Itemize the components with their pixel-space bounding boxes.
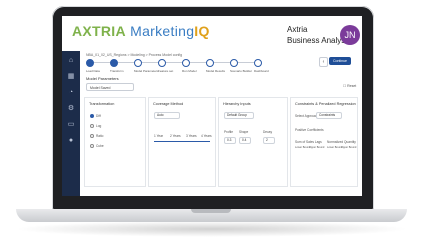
reset-label: Reset: [347, 84, 357, 88]
hierarchy-select[interactable]: Default Group: [224, 112, 254, 119]
step-1[interactable]: Load Data: [86, 59, 112, 73]
continue-button[interactable]: Continue: [329, 57, 351, 65]
hierarchy-decay-input[interactable]: 2: [263, 137, 275, 144]
bound-label-4: Upper Bound: [341, 146, 357, 149]
step-dot: [206, 59, 214, 67]
step-dot: [110, 59, 118, 67]
step-dot: [158, 59, 166, 67]
approach-select[interactable]: Constraints: [316, 112, 342, 119]
app-logo[interactable]: AXTRIA MarketingIQ: [72, 23, 210, 39]
laptop-base: [16, 209, 407, 222]
coverage-title: Coverage Method: [153, 102, 184, 106]
back-button[interactable]: ‹: [319, 57, 328, 67]
bound-label-2: Upper Bound: [309, 146, 325, 149]
top-bar: AXTRIA MarketingIQ Axtria Business Analy…: [62, 16, 362, 51]
laptop-screen: AXTRIA MarketingIQ Axtria Business Analy…: [62, 16, 362, 196]
hierarchy-col-1: Profile: [224, 130, 234, 134]
coverage-panel: Coverage Method Auto 1 Year 2 Years 3 Ye…: [148, 97, 216, 187]
user-icon[interactable]: ●: [67, 137, 75, 145]
process-stepper: Load Data Transform Model Parameters Featur…: [86, 59, 296, 73]
transform-radio-1[interactable]: [90, 114, 94, 118]
hierarchy-col-3: Decay: [263, 130, 273, 134]
coverage-tick-3: 3 Years: [186, 134, 197, 138]
step-label: Model Results: [206, 69, 226, 73]
step-label: Dashboard: [254, 69, 269, 73]
coverage-tick-2: 2 Years: [170, 134, 181, 138]
step-label: Transform: [110, 69, 124, 73]
sidebar: ⌂ ▦ ◔ ⚙ ▭ ●: [62, 51, 80, 196]
step-dot: [134, 59, 142, 67]
logo-product: Marketing: [130, 23, 195, 39]
company-name: Axtria: [287, 25, 308, 34]
sum-sales-label: Sum of Sales Lags: [295, 140, 322, 144]
transform-option-4: Cube: [96, 144, 104, 148]
transform-radio-4[interactable]: [90, 144, 94, 148]
step-dot: [230, 59, 238, 67]
approach-label: Select Approach: [295, 114, 319, 118]
coverage-slider[interactable]: [154, 141, 210, 142]
step-6[interactable]: Model Results: [206, 59, 232, 73]
constraints-title: Constraints & Penalized Regression: [295, 102, 356, 106]
chart-icon[interactable]: ◔: [67, 89, 75, 97]
coverage-select[interactable]: Auto: [154, 112, 180, 119]
avatar[interactable]: JN: [340, 25, 360, 45]
coverage-tick-4: 4 Years: [201, 134, 212, 138]
user-info: Axtria Business Analyst: [287, 24, 347, 46]
settings-icon[interactable]: ⚙: [67, 105, 75, 113]
folder-icon[interactable]: ▭: [67, 121, 75, 129]
logo-suffix: IQ: [194, 23, 210, 39]
user-role: Business Analyst: [287, 36, 348, 45]
hierarchy-profile-input[interactable]: 0.3: [224, 137, 236, 144]
transform-option-2: Log: [96, 124, 102, 128]
step-3[interactable]: Model Parameters: [134, 59, 160, 73]
bound-label-3: Lower Bound: [327, 146, 343, 149]
step-label: Model Parameters: [134, 69, 159, 73]
step-label: Feature set: [158, 69, 174, 73]
step-dot: [254, 59, 262, 67]
grid-icon[interactable]: ▦: [67, 73, 75, 81]
step-label: Scenario Builder: [230, 69, 253, 73]
transform-option-1: Diff: [96, 114, 101, 118]
laptop-notch: [191, 209, 231, 213]
home-icon[interactable]: ⌂: [67, 57, 75, 65]
hierarchy-shape-input[interactable]: 0.4: [239, 137, 251, 144]
step-label: Load Data: [86, 69, 100, 73]
logo-brand: AXTRIA: [72, 23, 126, 39]
hierarchy-title: Hierarchy Inputs: [223, 102, 251, 106]
step-5[interactable]: Run Model: [182, 59, 208, 73]
transform-radio-2[interactable]: [90, 124, 94, 128]
breadcrumb[interactable]: NBA_01_02_US_Regions > Modeling > Proces…: [86, 53, 182, 57]
transform-radio-3[interactable]: [90, 134, 94, 138]
step-7[interactable]: Scenario Builder: [230, 59, 256, 73]
main-content: NBA_01_02_US_Regions > Modeling > Proces…: [80, 51, 362, 196]
step-label: Run Model: [182, 69, 197, 73]
section-title: Model Parameters: [86, 76, 119, 81]
constraints-panel: Constraints & Penalized Regression Selec…: [290, 97, 358, 187]
coverage-tick-1: 1 Year: [154, 134, 164, 138]
transformation-title: Transformation: [89, 102, 115, 106]
transform-option-3: Ratio: [96, 134, 104, 138]
bound-label-1: Lower Bound: [295, 146, 311, 149]
step-8[interactable]: Dashboard: [254, 59, 280, 73]
step-dot: [86, 59, 94, 67]
parameter-panels: Transformation Diff Log Ratio Cube Cover…: [84, 97, 359, 189]
normalized-qty-label: Normalized Quantity: [327, 140, 356, 144]
laptop-shadow: [14, 221, 409, 237]
positive-coef-label: Positive Coefficients: [295, 128, 324, 132]
step-dot: [182, 59, 190, 67]
hierarchy-panel: Hierarchy Inputs Default Group Profile S…: [218, 97, 288, 187]
hierarchy-col-2: Shape: [239, 130, 249, 134]
step-2[interactable]: Transform: [110, 59, 136, 73]
reset-button[interactable]: ☐ Reset: [343, 84, 356, 88]
transformation-panel: Transformation Diff Log Ratio Cube: [84, 97, 146, 187]
model-select[interactable]: Model Saved: [86, 83, 134, 91]
step-4[interactable]: Feature set: [158, 59, 184, 73]
